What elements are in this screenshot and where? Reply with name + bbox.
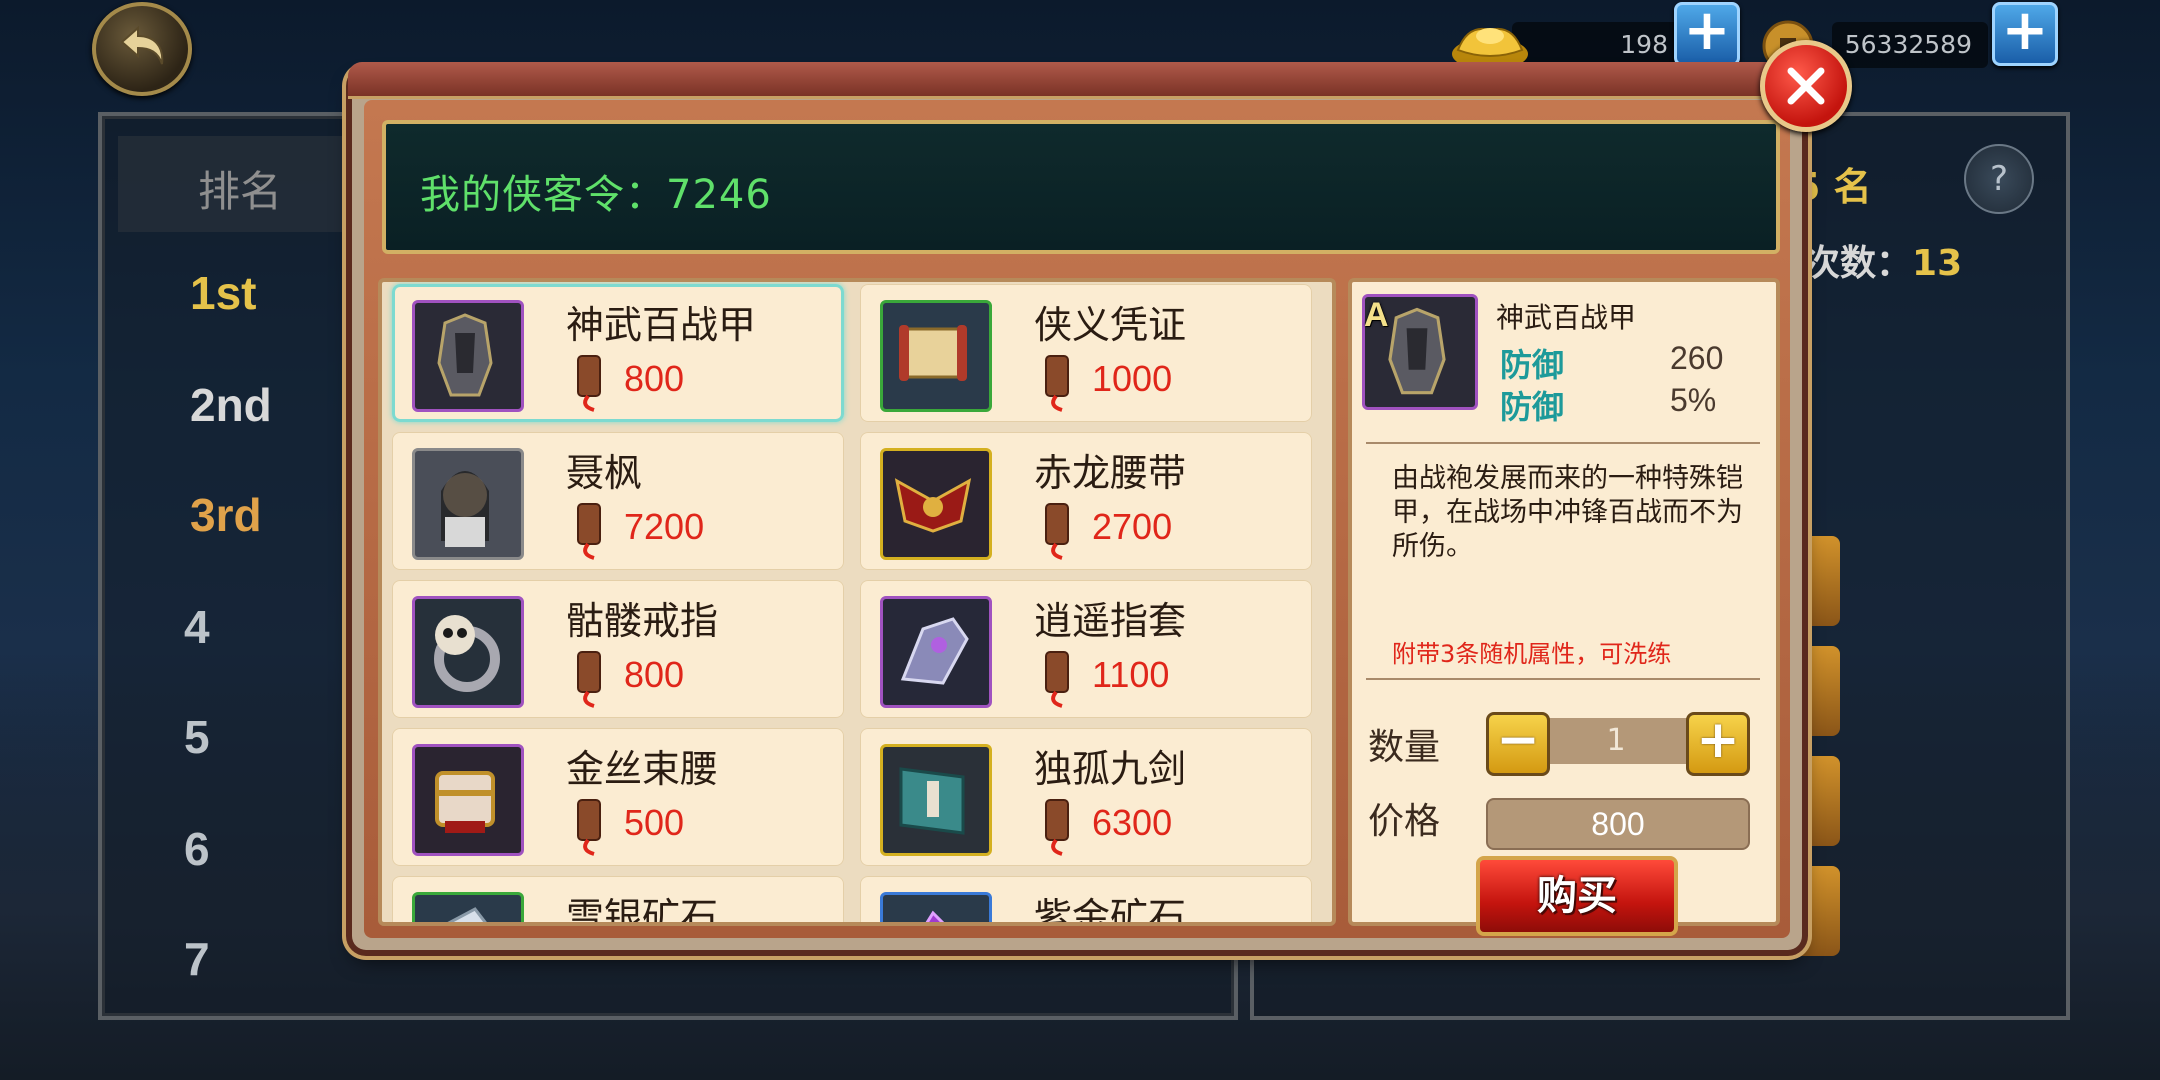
buy-button[interactable]: 购买 xyxy=(1476,856,1678,936)
remaining-count: 次数：13 xyxy=(1804,234,1962,286)
token-icon xyxy=(1045,651,1069,708)
item-name: 雪银矿石 xyxy=(566,895,719,926)
rank-5: 5 xyxy=(184,711,210,763)
item-name: 聂枫 xyxy=(566,451,643,495)
shop-item[interactable]: 侠义凭证 1000 xyxy=(860,284,1312,422)
price-label: 价格 xyxy=(1368,801,1441,842)
item-price: 1000 xyxy=(1092,358,1173,399)
decrease-quantity-button[interactable]: − xyxy=(1486,712,1550,776)
quantity-stepper: 1 − + xyxy=(1486,712,1750,776)
token-icon xyxy=(577,799,601,856)
item-price: 2700 xyxy=(1092,506,1173,547)
gold-sash-icon xyxy=(412,744,524,856)
close-button[interactable] xyxy=(1760,40,1852,132)
shop-item-list[interactable]: 神武百战甲 800 侠义凭证 1000 聂枫 7200 赤龙腰带 2700 骷髅… xyxy=(378,278,1336,926)
modal-title-bar xyxy=(348,62,1806,99)
add-coin-button[interactable]: + xyxy=(1992,2,2058,66)
shop-item[interactable]: 逍遥指套 1100 xyxy=(860,580,1312,718)
increase-quantity-button[interactable]: + xyxy=(1686,712,1750,776)
token-icon xyxy=(577,355,601,412)
item-description: 由战袍发展而来的一种特殊铠甲，在战场中冲锋百战而不为所伤。 xyxy=(1392,463,1743,562)
token-icon xyxy=(1045,799,1069,856)
total-price: 800 xyxy=(1486,798,1750,850)
count-value: 13 xyxy=(1912,243,1963,284)
item-name: 赤龙腰带 xyxy=(1034,451,1187,495)
rank-3: 3rd xyxy=(190,489,262,541)
shop-item[interactable]: 金丝束腰 500 xyxy=(392,728,844,866)
item-price: 6300 xyxy=(1092,802,1173,843)
item-extra-attributes: 附带3条随机属性，可洗练 xyxy=(1392,640,1672,668)
rank-1: 1st xyxy=(190,267,257,319)
rank-header-label: 排名 xyxy=(198,167,283,216)
add-ingot-button[interactable]: + xyxy=(1674,2,1740,66)
rank-6: 6 xyxy=(184,823,210,875)
gauntlet-icon xyxy=(880,596,992,708)
item-name: 神武百战甲 xyxy=(566,303,757,347)
token-balance-text: 我的侠客令：7246 xyxy=(420,172,772,218)
item-name: 骷髅戒指 xyxy=(566,599,719,643)
item-name: 独孤九剑 xyxy=(1034,747,1187,791)
item-grade-badge: A xyxy=(1364,296,1389,334)
skull-ring-icon xyxy=(412,596,524,708)
shop-item[interactable]: 独孤九剑 6300 xyxy=(860,728,1312,866)
token-icon xyxy=(577,503,601,560)
shop-modal: 我的侠客令：7246 神武百战甲 800 侠义凭证 1000 聂枫 7200 赤… xyxy=(348,62,1806,950)
purple-ore-icon xyxy=(880,892,992,922)
shop-item[interactable]: 神武百战甲 800 xyxy=(392,284,844,422)
token-icon xyxy=(577,651,601,708)
stat-value: 260 xyxy=(1670,340,1724,376)
divider xyxy=(1366,442,1760,444)
book-icon xyxy=(880,744,992,856)
shop-item[interactable]: 紫金矿石 xyxy=(860,876,1312,926)
item-name: 逍遥指套 xyxy=(1034,599,1187,643)
close-icon xyxy=(1787,67,1825,105)
my-rank-text: 5 名 xyxy=(1794,165,1872,209)
item-price: 1100 xyxy=(1092,654,1170,695)
item-name: 紫金矿石 xyxy=(1034,895,1187,926)
token-icon xyxy=(1045,355,1069,412)
back-button[interactable] xyxy=(92,2,192,96)
rank-7: 7 xyxy=(184,933,210,985)
shop-item[interactable]: 雪银矿石 xyxy=(392,876,844,926)
token-balance-bar: 我的侠客令：7246 xyxy=(382,120,1780,254)
silver-ore-icon xyxy=(412,892,524,922)
count-label: 次数： xyxy=(1804,243,1913,284)
shop-item[interactable]: 骷髅戒指 800 xyxy=(392,580,844,718)
hero-portrait-icon xyxy=(412,448,524,560)
item-detail-panel: A 神武百战甲 防御 260 防御 5% 由战袍发展而来的一种特殊铠甲，在战场中… xyxy=(1348,278,1780,936)
modal-body: 我的侠客令：7246 神武百战甲 800 侠义凭证 1000 聂枫 7200 赤… xyxy=(364,100,1790,938)
quantity-value[interactable]: 1 xyxy=(1542,718,1690,764)
item-price: 7200 xyxy=(624,506,705,547)
item-name: 金丝束腰 xyxy=(566,747,719,791)
back-arrow-icon xyxy=(120,25,164,65)
item-price: 500 xyxy=(624,802,685,843)
shop-item[interactable]: 聂枫 7200 xyxy=(392,432,844,570)
scroll-icon xyxy=(880,300,992,412)
coin-amount: 56332589 xyxy=(1832,22,1988,68)
item-name: 侠义凭证 xyxy=(1034,303,1187,347)
divider xyxy=(1366,678,1760,680)
shop-item[interactable]: 赤龙腰带 2700 xyxy=(860,432,1312,570)
rank-4: 4 xyxy=(184,601,210,653)
stat-value: 5% xyxy=(1670,382,1717,418)
detail-item-name: 神武百战甲 xyxy=(1496,301,1637,334)
stat-label: 防御 xyxy=(1500,388,1565,426)
armor-icon xyxy=(412,300,524,412)
token-icon xyxy=(1045,503,1069,560)
item-price: 800 xyxy=(624,358,685,399)
stat-label: 防御 xyxy=(1500,346,1565,384)
item-price: 800 xyxy=(624,654,685,695)
belt-icon xyxy=(880,448,992,560)
rank-2: 2nd xyxy=(190,379,272,431)
quantity-label: 数量 xyxy=(1368,727,1441,768)
help-button[interactable]: ? xyxy=(1964,144,2034,214)
